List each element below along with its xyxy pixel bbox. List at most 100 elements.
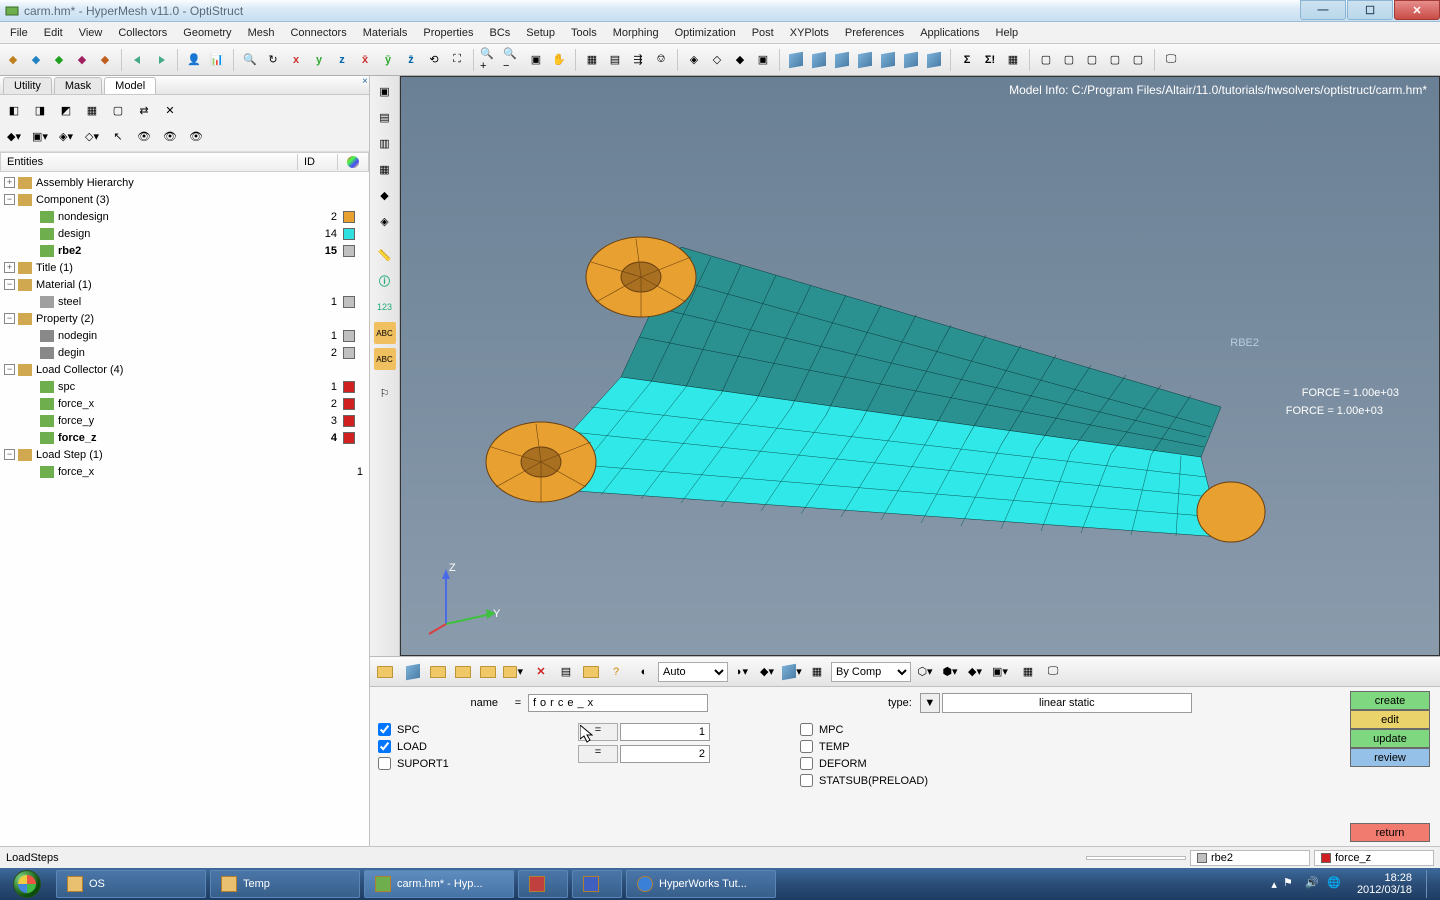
vpt-wire-icon[interactable]: ◆▾ bbox=[756, 661, 778, 683]
col-entities[interactable]: Entities bbox=[1, 154, 298, 170]
tree-item[interactable]: rbe2 bbox=[58, 245, 307, 257]
auto-dropdown[interactable]: Auto bbox=[658, 662, 728, 682]
bt-eye2-icon[interactable]: 👁 bbox=[159, 125, 181, 147]
tb-new-icon[interactable]: ◆ bbox=[2, 49, 24, 71]
tb-vecplot-icon[interactable]: ⇶ bbox=[627, 49, 649, 71]
menu-setup[interactable]: Setup bbox=[518, 24, 563, 42]
vpt-shaded-icon[interactable]: ▾ bbox=[781, 661, 803, 683]
col-color[interactable] bbox=[338, 154, 368, 170]
swatch-icon[interactable] bbox=[343, 432, 355, 444]
vt-sel4-icon[interactable]: ▦ bbox=[374, 158, 396, 180]
bt-arrow-icon[interactable]: ↖ bbox=[107, 125, 129, 147]
tb-import-icon[interactable]: ◆ bbox=[71, 49, 93, 71]
menu-connectors[interactable]: Connectors bbox=[282, 24, 354, 42]
vt-sel1-icon[interactable]: ▣ bbox=[374, 80, 396, 102]
vpt-org-icon[interactable] bbox=[580, 661, 602, 683]
bt-eye1-icon[interactable]: 👁 bbox=[133, 125, 155, 147]
expand-icon[interactable]: + bbox=[4, 262, 15, 273]
vpt-card-icon[interactable]: ▤ bbox=[555, 661, 577, 683]
3d-viewport[interactable]: Model Info: C:/Program Files/Altair/11.0… bbox=[400, 76, 1440, 656]
tree-item[interactable]: spc bbox=[58, 381, 307, 393]
vt-sel3-icon[interactable]: ▥ bbox=[374, 132, 396, 154]
menu-tools[interactable]: Tools bbox=[563, 24, 605, 42]
tree-item[interactable]: force_x bbox=[58, 398, 307, 410]
tb-win5-icon[interactable]: ▢ bbox=[1127, 49, 1149, 71]
load-input[interactable] bbox=[620, 745, 710, 763]
bycomp-dropdown[interactable]: By Comp bbox=[831, 662, 911, 682]
swatch-icon[interactable] bbox=[343, 398, 355, 410]
menu-properties[interactable]: Properties bbox=[415, 24, 481, 42]
tb-zoom-box-icon[interactable]: ▣ bbox=[525, 49, 547, 71]
menu-optimization[interactable]: Optimization bbox=[667, 24, 744, 42]
tree-loadcol[interactable]: Load Collector (4) bbox=[36, 364, 369, 376]
tb-chart-icon[interactable]: 📊 bbox=[206, 49, 228, 71]
tb-redo-icon[interactable] bbox=[150, 49, 172, 71]
system-tray[interactable]: ▴ ⚑ 🔊 🌐 18:28 2012/03/18 bbox=[1265, 870, 1440, 898]
deform-checkbox[interactable] bbox=[800, 757, 813, 770]
tb-axis-yneg-icon[interactable]: x̄ bbox=[354, 49, 376, 71]
tb-reverse-icon[interactable]: ⟲ bbox=[423, 49, 445, 71]
vpt-grid-icon[interactable]: ▦ bbox=[1017, 661, 1039, 683]
review-button[interactable]: review bbox=[1350, 748, 1430, 767]
bt-comp-icon[interactable]: ◆▾ bbox=[3, 125, 25, 147]
close-button[interactable]: ✕ bbox=[1394, 0, 1440, 20]
tree-item[interactable]: steel bbox=[58, 296, 307, 308]
collapse-icon[interactable]: − bbox=[4, 279, 15, 290]
task-item-os[interactable]: OS bbox=[56, 870, 206, 898]
spc-checkbox[interactable] bbox=[378, 723, 391, 736]
load-checkbox[interactable] bbox=[378, 740, 391, 753]
tb-cube2-icon[interactable] bbox=[808, 49, 830, 71]
tb-contour-icon[interactable]: ▤ bbox=[604, 49, 626, 71]
vt-sel2-icon[interactable]: ▤ bbox=[374, 106, 396, 128]
bt-show-icon[interactable]: ◧ bbox=[3, 99, 25, 121]
type-value[interactable]: linear static bbox=[942, 693, 1192, 713]
tab-mask[interactable]: Mask bbox=[54, 77, 102, 94]
tb-cube3-icon[interactable] bbox=[831, 49, 853, 71]
bt-iso-icon[interactable]: ◩ bbox=[55, 99, 77, 121]
tb-cube7-icon[interactable] bbox=[923, 49, 945, 71]
swatch-icon[interactable] bbox=[343, 211, 355, 223]
bt-prop-icon[interactable]: ▣▾ bbox=[29, 125, 51, 147]
tb-cube4-icon[interactable] bbox=[854, 49, 876, 71]
tb-calc-icon[interactable]: ▦ bbox=[1002, 49, 1024, 71]
tb-cube6-icon[interactable] bbox=[900, 49, 922, 71]
vpt-cbox-icon[interactable]: ▦ bbox=[806, 661, 828, 683]
tab-utility[interactable]: Utility bbox=[3, 77, 52, 94]
tb-screen-icon[interactable]: 🖵 bbox=[1160, 49, 1182, 71]
tray-icon-2[interactable]: 🔊 bbox=[1305, 876, 1321, 892]
tree-material[interactable]: Material (1) bbox=[36, 279, 369, 291]
bt-rev-icon[interactable]: ⇄ bbox=[133, 99, 155, 121]
tree-item[interactable]: nodegin bbox=[58, 330, 307, 342]
tb-zoom-out-icon[interactable]: 🔍− bbox=[502, 49, 524, 71]
minimize-button[interactable]: — bbox=[1300, 0, 1346, 20]
tb-disp2-icon[interactable]: ◇ bbox=[706, 49, 728, 71]
vpt-open-icon[interactable] bbox=[374, 661, 396, 683]
menu-morphing[interactable]: Morphing bbox=[605, 24, 667, 42]
vpt-trans1-icon[interactable]: ⬡▾ bbox=[914, 661, 936, 683]
collapse-icon[interactable]: − bbox=[4, 364, 15, 375]
swatch-icon[interactable] bbox=[343, 347, 355, 359]
tb-disp3-icon[interactable]: ◆ bbox=[729, 49, 751, 71]
bt-hide-icon[interactable]: ◨ bbox=[29, 99, 51, 121]
name-input[interactable] bbox=[528, 694, 708, 712]
menu-post[interactable]: Post bbox=[744, 24, 782, 42]
tree-item[interactable]: degin bbox=[58, 347, 307, 359]
tb-win3-icon[interactable]: ▢ bbox=[1081, 49, 1103, 71]
tb-axis-z-icon[interactable]: z bbox=[331, 49, 353, 71]
tb-sigma1-icon[interactable]: Σ bbox=[956, 49, 978, 71]
tb-sigma2-icon[interactable]: Σ! bbox=[979, 49, 1001, 71]
collapse-icon[interactable]: − bbox=[4, 449, 15, 460]
vpt-f3-icon[interactable] bbox=[452, 661, 474, 683]
tb-disp1-icon[interactable]: ◈ bbox=[683, 49, 705, 71]
mpc-checkbox[interactable] bbox=[800, 723, 813, 736]
return-button[interactable]: return bbox=[1350, 823, 1430, 842]
temp-checkbox[interactable] bbox=[800, 740, 813, 753]
vt-tool-icon[interactable]: ⚐ bbox=[374, 382, 396, 404]
tb-cube1-icon[interactable] bbox=[785, 49, 807, 71]
vt-123-icon[interactable]: 123 bbox=[374, 296, 396, 318]
tray-icon-1[interactable]: ⚑ bbox=[1283, 876, 1299, 892]
vpt-shade-icon[interactable]: ◐ bbox=[633, 661, 655, 683]
task-item-ie[interactable]: HyperWorks Tut... bbox=[626, 870, 776, 898]
swatch-icon[interactable] bbox=[343, 228, 355, 240]
load-eq-button[interactable]: = bbox=[578, 745, 618, 763]
